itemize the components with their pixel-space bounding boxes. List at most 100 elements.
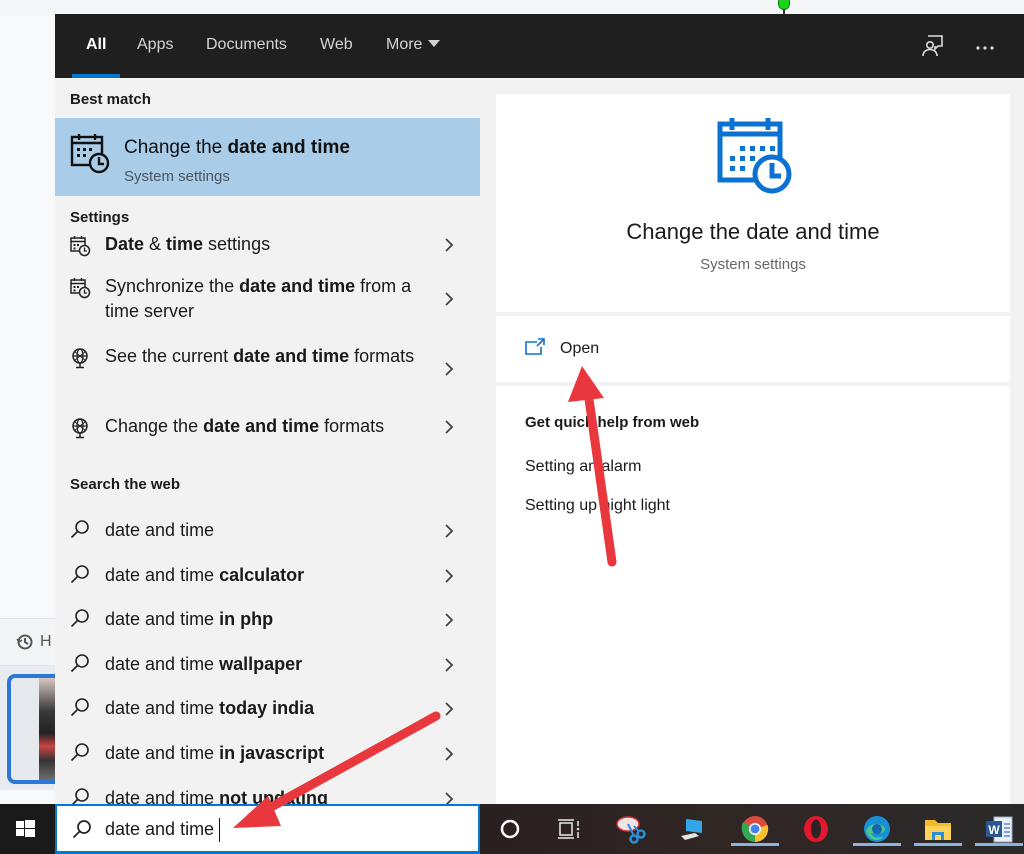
edge-button[interactable] bbox=[853, 812, 901, 846]
results-list: Best match Change the date and time Syst… bbox=[55, 78, 480, 808]
chevron-right-icon bbox=[443, 236, 455, 254]
search-icon bbox=[69, 518, 91, 540]
calendar-clock-icon bbox=[70, 134, 110, 174]
help-link-alarm[interactable]: Setting an alarm bbox=[525, 458, 642, 476]
calendar-clock-icon bbox=[69, 235, 91, 257]
settings-item[interactable]: Synchronize the date and time from a tim… bbox=[55, 274, 480, 329]
globe-icon bbox=[69, 417, 91, 439]
web-suggestion-label: date and time in javascript bbox=[105, 743, 325, 763]
calendar-clock-icon bbox=[717, 118, 792, 194]
running-indicator bbox=[975, 843, 1023, 846]
history-label: H bbox=[40, 633, 52, 650]
search-icon bbox=[72, 820, 91, 839]
remote-desktop-button[interactable] bbox=[675, 812, 709, 846]
chevron-right-icon bbox=[443, 700, 455, 718]
history-button[interactable]: H bbox=[0, 618, 56, 666]
web-suggestion-label: date and time wallpaper bbox=[105, 653, 303, 674]
best-match-subtitle: System settings bbox=[124, 168, 230, 185]
feedback-button[interactable] bbox=[919, 32, 947, 60]
file-explorer-button[interactable] bbox=[914, 812, 962, 846]
tab-apps[interactable]: Apps bbox=[137, 14, 173, 78]
best-match-title-prefix: Change the bbox=[124, 137, 228, 158]
opera-button[interactable] bbox=[799, 812, 833, 846]
preview-header: Change the date and time System settings bbox=[496, 94, 1010, 312]
open-label: Open bbox=[560, 340, 600, 357]
running-indicator bbox=[853, 843, 901, 846]
search-icon bbox=[69, 563, 91, 585]
chevron-right-icon bbox=[443, 360, 455, 378]
web-suggestion[interactable]: date and time bbox=[55, 514, 480, 550]
remote-desktop-icon bbox=[681, 819, 702, 840]
tab-web-label: Web bbox=[320, 36, 353, 53]
tab-web[interactable]: Web bbox=[320, 14, 353, 78]
windows-logo-icon bbox=[16, 820, 35, 837]
chevron-right-icon bbox=[443, 522, 455, 540]
settings-item[interactable]: See the current date and time formats bbox=[55, 344, 480, 399]
tab-more[interactable]: More bbox=[386, 14, 441, 78]
chevron-right-icon bbox=[443, 745, 455, 763]
web-suggestion[interactable]: date and time in php bbox=[55, 603, 480, 639]
search-icon bbox=[69, 696, 91, 718]
settings-item-label: See the current date and time formats bbox=[105, 346, 415, 366]
tab-all[interactable]: All bbox=[71, 14, 122, 78]
web-suggestion-label: date and time bbox=[105, 520, 215, 540]
more-options-icon bbox=[976, 46, 994, 50]
snipping-tool-icon bbox=[616, 816, 646, 844]
web-suggestion[interactable]: date and time calculator bbox=[55, 559, 480, 595]
globe-icon bbox=[69, 347, 91, 369]
web-suggestion-label: date and time today india bbox=[105, 698, 315, 719]
tab-all-label: All bbox=[86, 36, 107, 53]
task-view-button[interactable] bbox=[552, 812, 586, 846]
search-web-heading: Search the web bbox=[70, 476, 181, 493]
best-match-heading: Best match bbox=[70, 91, 151, 108]
settings-item-label: Synchronize the date and time from a tim… bbox=[105, 276, 412, 321]
open-external-icon bbox=[525, 338, 545, 355]
chrome-button[interactable] bbox=[731, 812, 779, 846]
search-icon bbox=[69, 741, 91, 763]
preview-subtitle: System settings bbox=[700, 256, 806, 273]
tab-more-label: More bbox=[386, 36, 423, 53]
search-icon bbox=[69, 652, 91, 674]
chevron-right-icon bbox=[443, 290, 455, 308]
opera-icon bbox=[804, 816, 828, 842]
word-button[interactable]: W bbox=[975, 812, 1023, 846]
open-button[interactable]: Open bbox=[496, 316, 1010, 382]
background-window bbox=[0, 0, 1024, 14]
tab-apps-label: Apps bbox=[137, 36, 174, 53]
chrome-icon bbox=[741, 816, 769, 843]
chevron-right-icon bbox=[443, 567, 455, 585]
settings-item-label: Date & time settings bbox=[105, 234, 271, 254]
svg-text:W: W bbox=[988, 823, 1000, 837]
history-icon bbox=[16, 634, 33, 650]
file-explorer-icon bbox=[925, 820, 951, 840]
web-suggestion[interactable]: date and time wallpaper bbox=[55, 648, 480, 684]
search-input[interactable] bbox=[105, 814, 465, 844]
best-match-item[interactable]: Change the date and time System settings bbox=[55, 118, 480, 196]
search-panel: All Apps Documents Web More Best match C… bbox=[55, 14, 1024, 808]
chevron-right-icon bbox=[443, 656, 455, 674]
snipping-tool-button[interactable] bbox=[614, 812, 648, 846]
settings-item[interactable]: Change the date and time formats bbox=[55, 414, 480, 444]
cortana-icon bbox=[500, 819, 520, 839]
start-button[interactable] bbox=[0, 804, 55, 854]
search-box[interactable] bbox=[55, 804, 480, 854]
more-options-button[interactable] bbox=[971, 32, 999, 60]
web-suggestion-label: date and time in php bbox=[105, 609, 274, 630]
edge-icon bbox=[864, 816, 890, 842]
settings-item[interactable]: Date & time settings bbox=[55, 232, 480, 262]
help-link-night-light[interactable]: Setting up night light bbox=[525, 497, 670, 515]
calendar-clock-icon bbox=[69, 277, 91, 299]
search-tabs-bar: All Apps Documents Web More bbox=[55, 14, 1024, 78]
preview-title: Change the date and time bbox=[626, 219, 880, 244]
best-match-title-bold: date and time bbox=[227, 137, 351, 158]
quick-help-heading: Get quick help from web bbox=[525, 414, 700, 431]
web-suggestion[interactable]: date and time today india bbox=[55, 692, 480, 728]
tab-documents[interactable]: Documents bbox=[206, 14, 287, 78]
web-suggestion-label: date and time calculator bbox=[105, 564, 305, 585]
chevron-down-icon bbox=[428, 40, 441, 47]
settings-heading: Settings bbox=[70, 209, 130, 226]
best-match-title: Change the date and time bbox=[124, 137, 350, 159]
feedback-icon bbox=[922, 35, 943, 57]
cortana-button[interactable] bbox=[493, 812, 527, 846]
web-suggestion[interactable]: date and time in javascript bbox=[55, 737, 480, 773]
